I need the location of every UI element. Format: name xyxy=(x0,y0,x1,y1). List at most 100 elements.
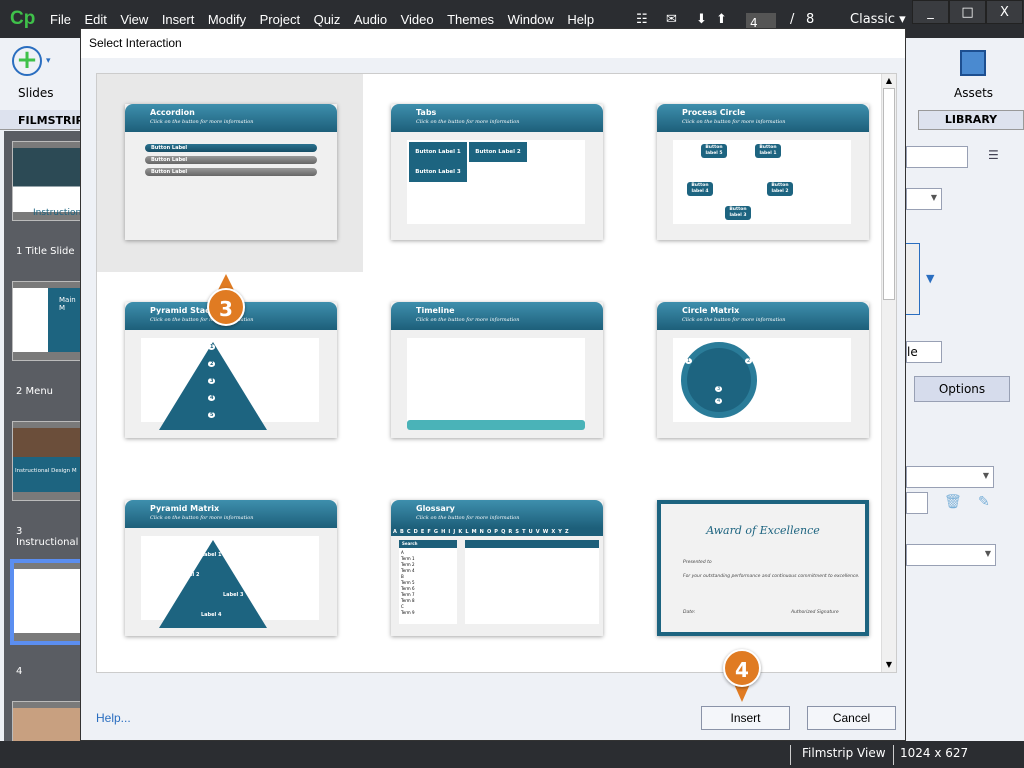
card-title: Pyramid Matrix xyxy=(150,504,220,513)
interaction-circle-matrix[interactable]: Circle Matrix Click on the button for mor… xyxy=(629,272,895,470)
tab-options[interactable]: Options xyxy=(914,376,1010,402)
slide-thumbnail-2[interactable]: Main M xyxy=(12,281,80,361)
certificate-text: Presented to xyxy=(683,560,712,565)
menu-quiz[interactable]: Quiz xyxy=(314,12,341,27)
slide-size: 1024 x 627 xyxy=(900,746,969,760)
help-link[interactable]: Help... xyxy=(96,711,131,725)
text-field[interactable] xyxy=(906,492,928,514)
total-pages: 8 xyxy=(806,12,815,27)
slide-preview-text: Instruction xyxy=(33,208,80,218)
card-title: Timeline xyxy=(416,306,455,315)
interaction-thumbnail: Timeline Click on the button for more inf… xyxy=(391,302,603,438)
pyramid-label: Label 3 xyxy=(223,592,244,598)
card-content: 12345 xyxy=(141,338,319,430)
menu-view[interactable]: View xyxy=(120,12,148,27)
slide-thumbnail-4-selected[interactable] xyxy=(10,559,80,645)
menu-audio[interactable]: Audio xyxy=(354,12,387,27)
library-search-input[interactable] xyxy=(906,146,968,168)
mail-icon[interactable]: ✉ xyxy=(666,12,677,27)
slide-thumbnail-1[interactable]: Instruction xyxy=(12,141,80,221)
captivate-logo: Cp xyxy=(10,8,36,29)
select-interaction-dialog: Select Interaction ▲ ▼ Accordion Click on… xyxy=(80,28,906,741)
certificate-text: For your outstanding performance and con… xyxy=(683,574,860,579)
card-title: Tabs xyxy=(416,108,437,117)
card-content: Button Label Button Label Button Label xyxy=(141,140,319,224)
menu-project[interactable]: Project xyxy=(260,12,300,27)
menu-themes[interactable]: Themes xyxy=(447,12,494,27)
maximize-button[interactable]: □ xyxy=(949,0,986,24)
card-content: 1234 xyxy=(673,338,851,422)
card-header: Glossary Click on the button for more inf… xyxy=(391,500,603,528)
filmstrip[interactable]: Instruction 1 Title Slide Main M 2 Menu … xyxy=(4,131,80,741)
page-separator: / xyxy=(790,12,795,27)
card-subtitle: Click on the button for more information xyxy=(150,119,254,125)
name-field[interactable]: le xyxy=(906,341,942,363)
interaction-thumbnail: Glossary Click on the button for more inf… xyxy=(391,500,603,636)
process-button: Button label 2 xyxy=(767,182,793,196)
dropdown-arrow-icon[interactable]: ▼ xyxy=(926,272,934,285)
interaction-glossary[interactable]: Glossary Click on the button for more inf… xyxy=(363,470,629,668)
accordion-item: Button Label xyxy=(145,144,317,152)
circle-matrix xyxy=(681,342,757,418)
glossary-detail xyxy=(465,540,599,624)
card-subtitle: Click on the button for more information xyxy=(150,515,254,521)
close-button[interactable]: X xyxy=(986,0,1023,24)
interaction-award-of-excellence[interactable]: Award of Excellence Presented to For your … xyxy=(629,470,895,668)
slide-label: 2 Menu xyxy=(16,386,53,397)
process-button: Button label 5 xyxy=(701,144,727,158)
card-subtitle: Click on the button for more information xyxy=(416,119,520,125)
interaction-accordion[interactable]: Accordion Click on the button for more in… xyxy=(97,74,363,272)
status-bar: Filmstrip View 1024 x 627 xyxy=(0,741,1024,768)
interaction-thumbnail: Accordion Click on the button for more in… xyxy=(125,104,337,240)
interaction-list[interactable]: ▲ ▼ Accordion Click on the button for mor… xyxy=(96,73,897,673)
upload-icon[interactable]: ⬆ xyxy=(716,12,727,27)
menu-help[interactable]: Help xyxy=(567,12,594,27)
card-subtitle: Click on the button for more information xyxy=(150,317,254,323)
slide-thumbnail-3[interactable]: Instructional Design M xyxy=(12,421,80,501)
filmstrip-toggle-icon[interactable]: ☷ xyxy=(636,12,648,27)
dropdown[interactable]: ▼ xyxy=(906,544,996,566)
tab-item: Button Label 2 xyxy=(469,142,527,162)
tab-filmstrip[interactable]: FILMSTRIP xyxy=(0,110,84,130)
insert-button[interactable]: Insert xyxy=(701,706,790,730)
menu-window[interactable]: Window xyxy=(508,12,554,27)
trash-icon[interactable]: 🗑 xyxy=(944,494,962,510)
download-icon[interactable]: ⬇ xyxy=(696,12,707,27)
pencil-icon[interactable]: ✎ xyxy=(978,494,990,510)
interaction-pyramid-matrix[interactable]: Pyramid Matrix Click on the button for mo… xyxy=(97,470,363,668)
dropdown[interactable]: ▼ xyxy=(906,466,994,488)
card-title: Process Circle xyxy=(682,108,746,117)
menu-edit[interactable]: Edit xyxy=(84,12,106,27)
process-button: Button label 4 xyxy=(687,182,713,196)
right-panel: Assets LIBRARY ☰ ▼ ▼ le Options ▼ 🗑 ✎ ▼ xyxy=(906,38,1024,743)
slide-thumbnail-5[interactable] xyxy=(12,701,80,741)
timeline-bar xyxy=(407,420,585,430)
add-slide-icon[interactable]: + xyxy=(12,46,42,76)
interaction-timeline[interactable]: Timeline Click on the button for more inf… xyxy=(363,272,629,470)
menu-modify[interactable]: Modify xyxy=(208,12,246,27)
pyramid-label: Label 4 xyxy=(201,612,222,618)
list-view-icon[interactable]: ☰ xyxy=(988,148,999,162)
chevron-down-icon[interactable]: ▾ xyxy=(46,56,51,66)
interaction-process-circle[interactable]: Process Circle Click on the button for mo… xyxy=(629,74,895,272)
slide-preview-text: Main M xyxy=(59,296,76,312)
cancel-button[interactable]: Cancel xyxy=(807,706,896,730)
card-subtitle: Click on the button for more information xyxy=(416,515,520,521)
dropdown[interactable]: ▼ xyxy=(906,188,942,210)
tab-library[interactable]: LIBRARY xyxy=(918,110,1024,130)
interaction-tabs[interactable]: Tabs Click on the button for more informa… xyxy=(363,74,629,272)
assets-label[interactable]: Assets xyxy=(954,86,993,100)
assets-icon[interactable] xyxy=(960,50,986,76)
pyramid-label: Label 1 xyxy=(201,552,222,558)
menu-file[interactable]: File xyxy=(50,12,71,27)
menu-video[interactable]: Video xyxy=(401,12,434,27)
card-subtitle: Click on the button for more information xyxy=(416,317,520,323)
minimize-button[interactable]: _ xyxy=(912,0,949,24)
interaction-thumbnail: Award of Excellence Presented to For your … xyxy=(657,500,869,636)
workspace-switcher[interactable]: Classic ▾ xyxy=(850,12,906,27)
card-header: Accordion Click on the button for more in… xyxy=(125,104,337,132)
card-content: Button label 5 Button label 1 Button label… xyxy=(673,140,851,224)
step-callout-3: 3 xyxy=(207,288,245,326)
menu-insert[interactable]: Insert xyxy=(162,12,195,27)
tab-item: Button Label 3 xyxy=(409,162,467,182)
